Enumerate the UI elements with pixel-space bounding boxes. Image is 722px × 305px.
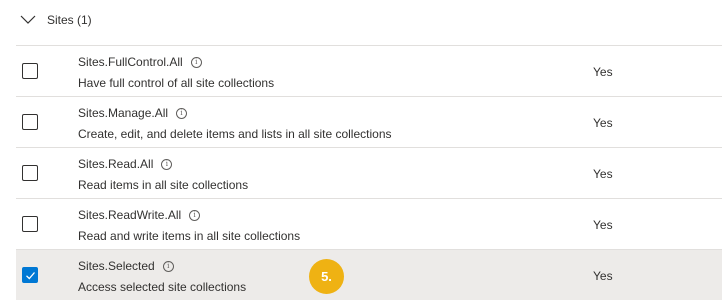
info-icon[interactable]: i [176, 107, 188, 119]
permission-name-label: Sites.FullControl.All [78, 55, 183, 69]
permission-name: Sites.FullControl.All i [78, 54, 202, 70]
info-icon[interactable]: i [190, 56, 202, 68]
permission-description: Have full control of all site collection… [78, 76, 275, 90]
admin-consent-value: Yes [593, 269, 613, 283]
permission-checkbox[interactable] [22, 165, 38, 181]
admin-consent-value: Yes [593, 116, 613, 130]
permission-list: Sites.FullControl.All i Have full contro… [16, 45, 722, 300]
checkmark-icon [26, 272, 35, 280]
info-icon[interactable]: i [189, 209, 201, 221]
admin-consent-value: Yes [593, 167, 613, 181]
permission-row-selected[interactable]: Sites.Selected i Access selected site co… [16, 249, 722, 300]
permission-name: Sites.Manage.All i [78, 105, 188, 121]
sites-group-header[interactable]: Sites (1) [0, 0, 722, 44]
permission-row[interactable]: Sites.Read.All i Read items in all site … [16, 147, 722, 198]
permission-checkbox[interactable] [22, 114, 38, 130]
chevron-down-icon[interactable] [20, 12, 36, 28]
permission-name-label: Sites.ReadWrite.All [78, 208, 182, 222]
permission-row[interactable]: Sites.ReadWrite.All i Read and write ite… [16, 198, 722, 249]
permission-description: Read items in all site collections [78, 178, 249, 192]
permission-checkbox[interactable] [22, 63, 38, 79]
permission-row[interactable]: Sites.FullControl.All i Have full contro… [16, 45, 722, 96]
permission-name: Sites.Selected i [78, 258, 174, 274]
api-permissions-panel: Sites (1) Sites.FullControl.All i Have f… [0, 0, 722, 305]
permission-description: Access selected site collections [78, 280, 247, 294]
permission-name-label: Sites.Read.All [78, 157, 154, 171]
permission-checkbox-checked[interactable] [22, 267, 38, 283]
group-title: Sites (1) [47, 13, 92, 27]
permission-description: Read and write items in all site collect… [78, 229, 301, 243]
info-icon[interactable]: i [162, 260, 174, 272]
step-badge: 5. [309, 259, 344, 294]
permission-checkbox[interactable] [22, 216, 38, 232]
permission-name: Sites.Read.All i [78, 156, 173, 172]
permission-name-label: Sites.Selected [78, 259, 155, 273]
permission-name: Sites.ReadWrite.All i [78, 207, 201, 223]
permission-name-label: Sites.Manage.All [78, 106, 169, 120]
admin-consent-value: Yes [593, 218, 613, 232]
info-icon[interactable]: i [161, 158, 173, 170]
admin-consent-value: Yes [593, 65, 613, 79]
permission-description: Create, edit, and delete items and lists… [78, 127, 392, 141]
permission-row[interactable]: Sites.Manage.All i Create, edit, and del… [16, 96, 722, 147]
